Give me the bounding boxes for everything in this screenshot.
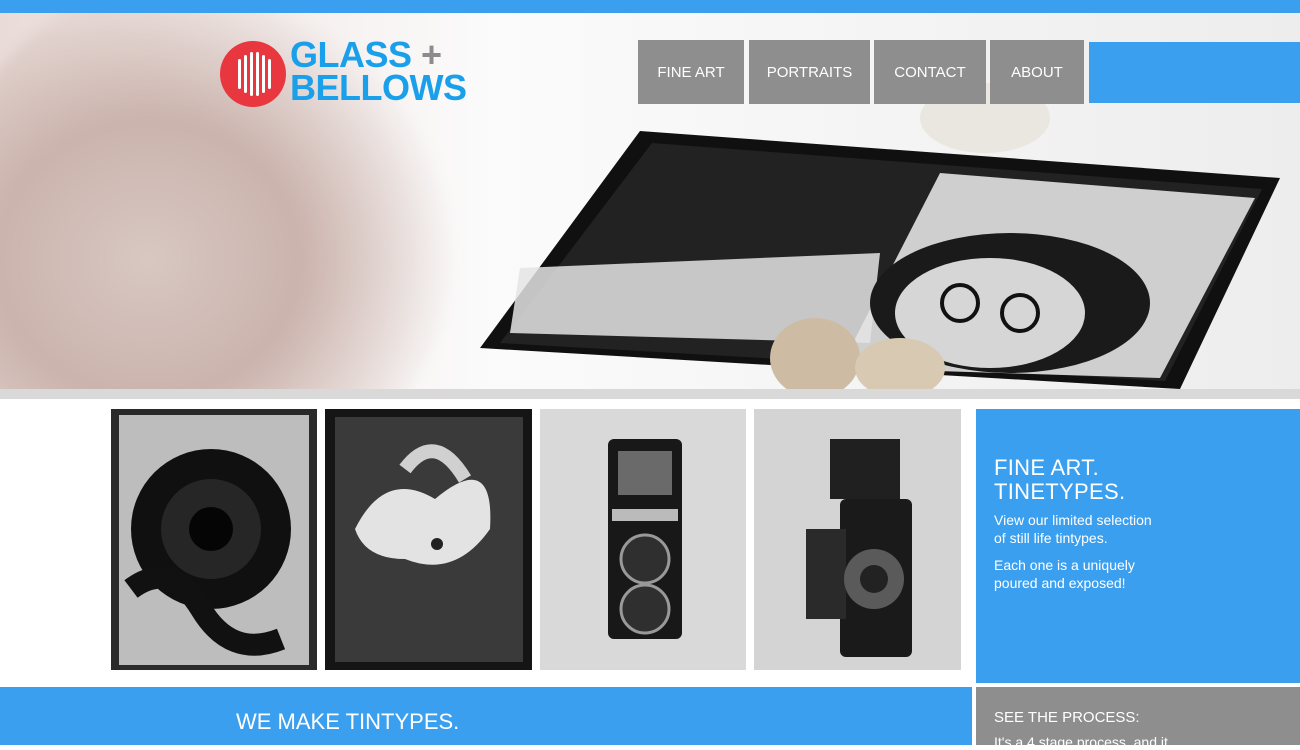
nav-contact[interactable]: CONTACT	[874, 40, 986, 104]
striped-circle-icon	[220, 41, 286, 107]
tintypes-title: WE MAKE TINTYPES.	[236, 709, 460, 734]
fine-art-text1: View our limited selection of still life…	[994, 511, 1194, 547]
fine-art-text2-line1: Each one is a uniquely	[994, 557, 1135, 573]
hero-divider	[0, 389, 1300, 399]
gallery-item-yashica-camera[interactable]	[540, 409, 746, 670]
fine-art-title-line1: FINE ART.	[994, 455, 1099, 480]
fine-art-text1-line1: View our limited selection	[994, 512, 1152, 528]
fine-art-title: FINE ART. TINETYPES.	[994, 456, 1125, 504]
brand-logo[interactable]: GLASS + BELLOWS	[218, 37, 498, 110]
brand-line2: BELLOWS	[290, 67, 467, 108]
fine-art-text1-line2: of still life tintypes.	[994, 530, 1108, 546]
process-title: SEE THE PROCESS:	[994, 709, 1140, 726]
fine-art-text2-line2: poured and exposed!	[994, 575, 1126, 591]
nav-fine-art[interactable]: FINE ART	[638, 40, 744, 104]
process-section[interactable]: SEE THE PROCESS: It's a 4 stage process,…	[976, 687, 1300, 750]
top-accent-bar	[0, 0, 1300, 13]
fine-art-panel[interactable]: FINE ART. TINETYPES. View our limited se…	[976, 409, 1300, 683]
gallery-item-camera-side[interactable]	[754, 409, 961, 670]
brand-wordmark: GLASS + BELLOWS	[290, 37, 467, 108]
fine-art-title-line2: TINETYPES.	[994, 479, 1126, 504]
gallery-item-lily[interactable]	[325, 409, 532, 670]
tintypes-section: WE MAKE TINTYPES.	[0, 687, 972, 745]
gallery-item-gerbera[interactable]	[111, 409, 317, 670]
nav-accent-block	[1089, 42, 1300, 103]
fine-art-text2: Each one is a uniquely poured and expose…	[994, 556, 1194, 592]
process-text: It's a 4 stage process, and it	[994, 734, 1168, 750]
nav-portraits[interactable]: PORTRAITS	[749, 40, 870, 104]
nav-about[interactable]: ABOUT	[990, 40, 1084, 104]
